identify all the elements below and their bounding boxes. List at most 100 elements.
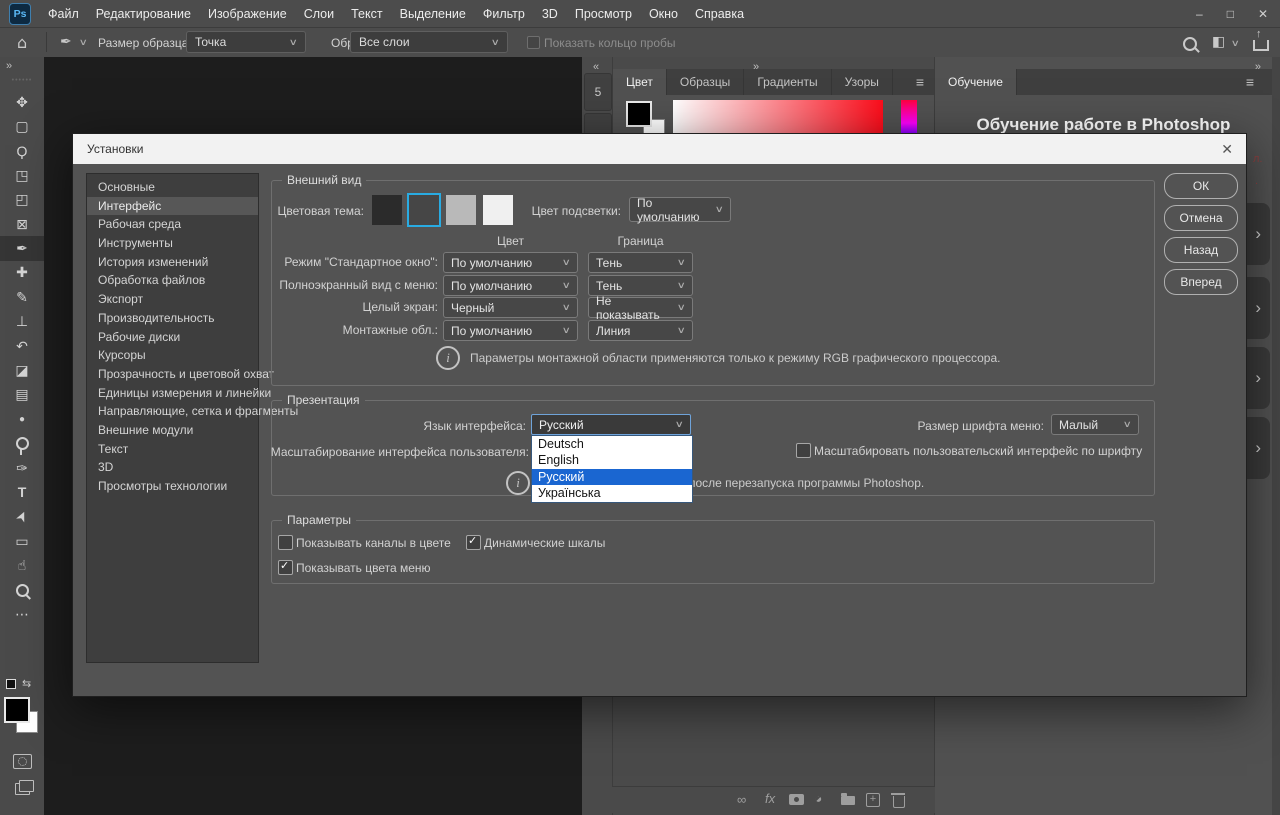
highlight-color-select[interactable]: По умолчанию∨ bbox=[629, 197, 731, 222]
artboards-color-select[interactable]: По умолчанию∨ bbox=[443, 320, 578, 341]
menu-file[interactable]: Файл bbox=[48, 7, 79, 21]
grip-dots[interactable]: •••••• bbox=[0, 77, 44, 84]
prev-button[interactable]: Назад bbox=[1164, 237, 1238, 263]
tab-color[interactable]: Цвет bbox=[613, 69, 667, 95]
zoom-tool[interactable] bbox=[0, 578, 44, 602]
collapse-toolbar-icon[interactable]: » bbox=[6, 60, 11, 72]
eyedropper-tool-icon[interactable]: ✒ bbox=[60, 34, 72, 50]
language-option-ukrainian[interactable]: Українська bbox=[532, 485, 692, 501]
panel-menu-icon[interactable]: ≡ bbox=[916, 74, 924, 90]
path-selection-tool[interactable]: ➤ bbox=[0, 505, 44, 529]
pen-tool[interactable]: ✑ bbox=[0, 456, 44, 480]
eyedropper-tool[interactable]: ✒ bbox=[0, 236, 44, 260]
theme-swatch-dark-selected[interactable] bbox=[409, 195, 439, 225]
move-tool[interactable]: ✥ bbox=[0, 90, 44, 114]
sidebar-item-technology-previews[interactable]: Просмотры технологии bbox=[87, 477, 258, 496]
standard-window-border-select[interactable]: Тень∨ bbox=[588, 252, 693, 273]
menu-select[interactable]: Выделение bbox=[400, 7, 466, 21]
collapsed-panel-icon[interactable]: 5 bbox=[584, 73, 612, 111]
gradient-tool[interactable]: ▤ bbox=[0, 383, 44, 407]
menu-help[interactable]: Справка bbox=[695, 7, 744, 21]
healing-brush-tool[interactable]: ✚ bbox=[0, 261, 44, 285]
search-icon[interactable] bbox=[1183, 37, 1197, 51]
blur-tool[interactable]: ● bbox=[0, 407, 44, 431]
new-layer-icon[interactable]: + bbox=[866, 793, 880, 807]
menu-window[interactable]: Окно bbox=[649, 7, 678, 21]
menu-edit[interactable]: Редактирование bbox=[96, 7, 191, 21]
cancel-button[interactable]: Отмена bbox=[1164, 205, 1238, 231]
hand-tool[interactable]: ☝ bbox=[0, 553, 44, 577]
sample-size-select[interactable]: Точка∨ bbox=[186, 31, 306, 53]
adjustment-layer-icon[interactable]: ◑ bbox=[811, 790, 827, 806]
foreground-color-swatch[interactable] bbox=[626, 101, 652, 127]
next-button[interactable]: Вперед bbox=[1164, 269, 1238, 295]
tab-gradients[interactable]: Градиенты bbox=[744, 69, 831, 95]
rectangle-tool[interactable]: ▭ bbox=[0, 529, 44, 553]
sidebar-item-tools[interactable]: Инструменты bbox=[87, 234, 258, 253]
fullscreen-menu-color-select[interactable]: По умолчанию∨ bbox=[443, 275, 578, 296]
maximize-button[interactable]: □ bbox=[1227, 7, 1234, 21]
sidebar-item-units-rulers[interactable]: Единицы измерения и линейки bbox=[87, 384, 258, 403]
sidebar-item-3d[interactable]: 3D bbox=[87, 458, 258, 477]
menu-image[interactable]: Изображение bbox=[208, 7, 287, 21]
default-colors-icon[interactable] bbox=[6, 679, 16, 689]
workspace-icon[interactable]: ◧ bbox=[1212, 34, 1225, 50]
standard-window-color-select[interactable]: По умолчанию∨ bbox=[443, 252, 578, 273]
sample-select[interactable]: Все слои∨ bbox=[350, 31, 508, 53]
share-icon[interactable] bbox=[1253, 40, 1269, 51]
minimize-button[interactable]: – bbox=[1196, 7, 1203, 21]
dodge-tool[interactable] bbox=[0, 431, 44, 455]
fullscreen-color-select[interactable]: Черный∨ bbox=[443, 297, 578, 318]
language-option-russian[interactable]: Русский bbox=[532, 469, 692, 485]
sidebar-item-cursors[interactable]: Курсоры bbox=[87, 346, 258, 365]
tab-swatches[interactable]: Образцы bbox=[667, 69, 744, 95]
more-tools-button[interactable]: ⋯ bbox=[0, 602, 44, 626]
scale-ui-to-font-checkbox[interactable] bbox=[796, 443, 811, 458]
menu-layers[interactable]: Слои bbox=[304, 7, 334, 21]
menu-font-size-select[interactable]: Малый∨ bbox=[1051, 414, 1139, 435]
frame-tool[interactable]: ⊠ bbox=[0, 212, 44, 236]
sidebar-item-general[interactable]: Основные bbox=[87, 178, 258, 197]
history-brush-tool[interactable]: ↶ bbox=[0, 334, 44, 358]
screen-mode-button[interactable] bbox=[0, 777, 44, 801]
ok-button[interactable]: ОК bbox=[1164, 173, 1238, 199]
menu-view[interactable]: Просмотр bbox=[575, 7, 632, 21]
crop-tool[interactable]: ◰ bbox=[0, 188, 44, 212]
layer-mask-icon[interactable] bbox=[789, 794, 804, 805]
lasso-tool[interactable]: Ϙ bbox=[0, 139, 44, 163]
theme-swatch-light[interactable] bbox=[446, 195, 476, 225]
home-icon[interactable]: ⌂ bbox=[17, 33, 27, 52]
language-option-english[interactable]: English bbox=[532, 452, 692, 468]
sidebar-item-workspace[interactable]: Рабочая среда bbox=[87, 215, 258, 234]
rectangular-marquee-tool[interactable]: ▢ bbox=[0, 114, 44, 138]
dynamic-color-sliders-checkbox[interactable] bbox=[466, 535, 481, 550]
delete-layer-icon[interactable] bbox=[893, 796, 905, 808]
ui-language-select[interactable]: Русский∨ bbox=[531, 414, 691, 435]
fullscreen-border-select[interactable]: Не показывать∨ bbox=[588, 297, 693, 318]
collapse-dock-icon[interactable]: « bbox=[593, 61, 598, 73]
show-channels-in-color-checkbox[interactable] bbox=[278, 535, 293, 550]
swap-colors-icon[interactable]: ⇆ bbox=[22, 677, 31, 690]
brush-tool[interactable]: ✎ bbox=[0, 285, 44, 309]
menu-filter[interactable]: Фильтр bbox=[483, 7, 525, 21]
quick-mask-button[interactable] bbox=[0, 749, 44, 773]
clone-stamp-tool[interactable]: ⊥ bbox=[0, 310, 44, 334]
layer-style-icon[interactable]: fx bbox=[765, 791, 775, 806]
language-option-deutsch[interactable]: Deutsch bbox=[532, 436, 692, 452]
sample-ring-checkbox[interactable] bbox=[527, 36, 540, 49]
tab-patterns[interactable]: Узоры bbox=[832, 69, 893, 95]
menu-3d[interactable]: 3D bbox=[542, 7, 558, 21]
sidebar-item-transparency-gamut[interactable]: Прозрачность и цветовой охват bbox=[87, 365, 258, 384]
panel-menu-icon[interactable]: ≡ bbox=[1246, 74, 1254, 90]
collapsed-panel-icon[interactable] bbox=[584, 113, 612, 135]
eraser-tool[interactable]: ◪ bbox=[0, 358, 44, 382]
artboards-border-select[interactable]: Линия∨ bbox=[588, 320, 693, 341]
close-window-button[interactable]: ✕ bbox=[1258, 7, 1268, 21]
tool-preset-chevron-icon[interactable]: ∨ bbox=[79, 37, 88, 48]
link-layers-icon[interactable]: ∞ bbox=[737, 792, 746, 807]
tab-learn[interactable]: Обучение bbox=[935, 69, 1017, 95]
show-menu-colors-checkbox[interactable] bbox=[278, 560, 293, 575]
new-group-icon[interactable] bbox=[841, 796, 855, 805]
object-selection-tool[interactable]: ◳ bbox=[0, 163, 44, 187]
type-tool[interactable]: T bbox=[0, 480, 44, 504]
